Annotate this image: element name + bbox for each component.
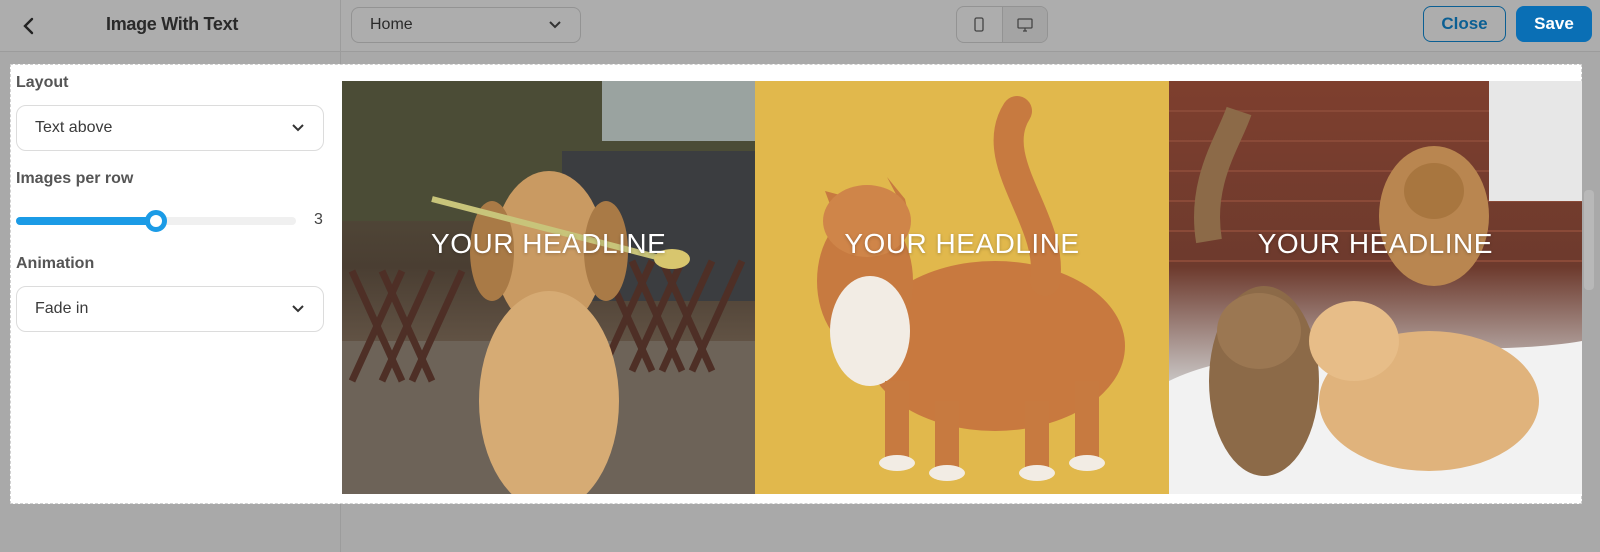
layout-select[interactable]: Text above <box>16 105 324 151</box>
close-button[interactable]: Close <box>1423 6 1506 42</box>
layout-label: Layout <box>16 74 69 91</box>
tile-headline: YOUR HEADLINE <box>1257 228 1493 259</box>
animation-select[interactable]: Fade in <box>16 286 324 332</box>
image-tile-snow[interactable]: YOUR HEADLINE <box>1168 81 1582 494</box>
chevron-down-icon <box>549 21 561 29</box>
page-select-value: Home <box>370 16 413 33</box>
images-per-row-slider[interactable] <box>16 210 306 232</box>
tile-headline: YOUR HEADLINE <box>844 228 1080 259</box>
animation-label: Animation <box>16 255 95 272</box>
slider-fill <box>16 217 156 225</box>
images-per-row-label: Images per row <box>16 170 134 187</box>
desktop-icon <box>1017 17 1033 32</box>
orange-cat-image <box>817 96 1126 481</box>
settings-panel: Layout Text above Images per row 3 Anima… <box>11 65 342 503</box>
animation-select-value: Fade in <box>35 300 89 317</box>
mobile-view-button[interactable] <box>957 7 1002 42</box>
chevron-left-icon <box>23 17 34 35</box>
image-tile-cat[interactable]: YOUR HEADLINE <box>755 81 1169 494</box>
golden-retriever-image <box>342 81 756 494</box>
page-select[interactable]: Home <box>351 7 581 43</box>
chevron-down-icon <box>292 305 304 313</box>
layout-select-value: Text above <box>35 119 113 136</box>
back-button[interactable] <box>14 11 44 41</box>
images-per-row-value: 3 <box>314 211 323 228</box>
editor-panel: Layout Text above Images per row 3 Anima… <box>10 64 1582 504</box>
desktop-view-button[interactable] <box>1001 7 1047 42</box>
tile-headline: YOUR HEADLINE <box>431 228 667 259</box>
image-tile-dog[interactable]: YOUR HEADLINE <box>342 81 756 494</box>
image-grid-preview: YOUR HEADLINE YOUR HEADLINE YOUR HEADLIN… <box>342 81 1582 494</box>
scrollbar[interactable] <box>1584 190 1594 290</box>
save-button[interactable]: Save <box>1516 6 1592 42</box>
editor-title: Image With Text <box>106 14 239 34</box>
cat-and-pomeranians-image <box>1168 81 1582 494</box>
device-toggle <box>956 6 1048 43</box>
chevron-down-icon <box>292 124 304 132</box>
slider-thumb[interactable] <box>145 210 167 232</box>
mobile-icon <box>974 17 985 32</box>
top-bar: Image With Text Home Close Save <box>0 0 1600 52</box>
